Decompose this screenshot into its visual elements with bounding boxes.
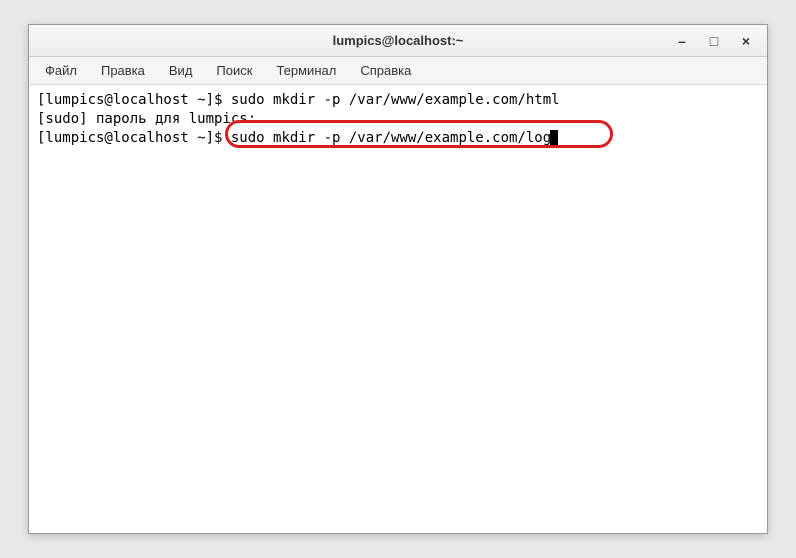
minimize-button[interactable]: –: [675, 34, 689, 48]
close-button[interactable]: ×: [739, 34, 753, 48]
titlebar: lumpics@localhost:~ – □ ×: [29, 25, 767, 57]
prompt-3: [lumpics@localhost ~]$: [37, 130, 231, 146]
menubar: Файл Правка Вид Поиск Терминал Справка: [29, 57, 767, 85]
command-3: sudo mkdir -p /var/www/example.com/log: [231, 130, 551, 146]
command-1: sudo mkdir -p /var/www/example.com/html: [231, 92, 560, 108]
menu-help[interactable]: Справка: [350, 60, 421, 81]
terminal-line-3: [lumpics@localhost ~]$ sudo mkdir -p /va…: [37, 130, 558, 146]
terminal-window: lumpics@localhost:~ – □ × Файл Правка Ви…: [28, 24, 768, 534]
menu-search[interactable]: Поиск: [206, 60, 262, 81]
menu-view[interactable]: Вид: [159, 60, 203, 81]
menu-terminal[interactable]: Терминал: [266, 60, 346, 81]
terminal-line-1: [lumpics@localhost ~]$ sudo mkdir -p /va…: [37, 91, 759, 110]
window-controls: – □ ×: [675, 34, 759, 48]
window-title: lumpics@localhost:~: [333, 33, 464, 48]
menu-file[interactable]: Файл: [35, 60, 87, 81]
menu-edit[interactable]: Правка: [91, 60, 155, 81]
terminal-line-2: [sudo] пароль для lumpics:: [37, 110, 759, 129]
terminal-area[interactable]: [lumpics@localhost ~]$ sudo mkdir -p /va…: [29, 85, 767, 533]
cursor-icon: [550, 130, 558, 146]
maximize-button[interactable]: □: [707, 34, 721, 48]
prompt-1: [lumpics@localhost ~]$: [37, 92, 231, 108]
